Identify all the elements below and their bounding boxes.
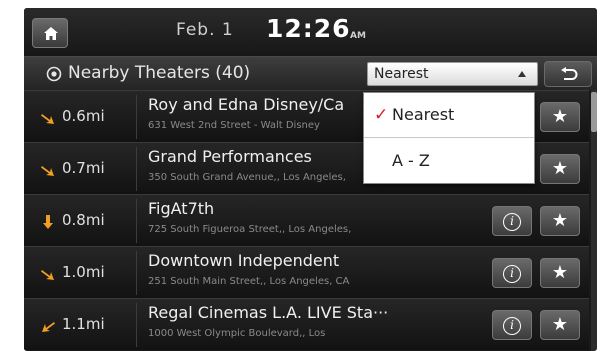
sort-option-label: A - Z [392,151,430,170]
star-icon: ★ [551,262,569,283]
status-bar: Feb. 1 12:26 AM [24,8,597,56]
direction-southeast-icon [41,270,54,280]
star-icon: ★ [551,314,569,335]
distance-label: 0.6mi [62,107,105,125]
list-item[interactable]: 0.8mi FigAt7th 725 South Figueroa Street… [24,194,589,246]
sort-dropdown[interactable]: Nearest [367,62,538,86]
theater-name: Downtown Independent [148,251,340,270]
divider [136,147,137,191]
info-button[interactable]: i [492,258,532,288]
distance-label: 1.1mi [62,315,105,333]
scrollbar[interactable] [591,90,597,351]
divider [136,95,137,139]
direction-southeast-icon [41,166,54,176]
distance-label: 0.8mi [62,211,105,229]
theater-name: FigAt7th [148,199,215,218]
star-icon: ★ [551,158,569,179]
back-button[interactable] [544,61,592,87]
distance-label: 1.0mi [62,263,105,281]
divider [136,199,137,243]
favorite-button[interactable]: ★ [540,154,580,184]
info-icon: i [503,213,521,231]
favorite-button[interactable]: ★ [540,206,580,236]
sort-selected-value: Nearest [374,66,429,82]
home-icon [44,27,58,40]
distance-label: 0.7mi [62,159,105,177]
info-button[interactable]: i [492,206,532,236]
theater-name: Regal Cinemas L.A. LIVE Sta··· [148,303,389,322]
direction-southeast-icon [41,114,54,124]
sort-option-nearest[interactable]: ✓ Nearest [364,93,534,138]
home-button[interactable] [32,18,68,48]
favorite-button[interactable]: ★ [540,102,580,132]
scrollbar-thumb[interactable] [591,92,597,132]
divider [136,303,137,347]
sort-option-a-z[interactable]: A - Z [364,139,534,184]
star-icon: ★ [551,106,569,127]
direction-southwest-icon [42,322,55,332]
divider [136,251,137,295]
favorite-button[interactable]: ★ [540,258,580,288]
list-item[interactable]: 1.1mi Regal Cinemas L.A. LIVE Sta··· 100… [24,298,589,350]
screen: Feb. 1 12:26 AM Nearby Theaters (40) Nea… [0,0,603,351]
caret-up-icon [518,71,526,77]
target-icon [46,66,62,82]
sort-options-menu: ✓ Nearest A - Z [363,92,535,184]
sort-option-label: Nearest [392,105,455,124]
clock-time: 12:26 [266,14,351,43]
theater-address: 251 South Main Street,, Los Angeles, CA [148,276,350,287]
theater-address: 725 South Figueroa Street,, Los Angeles, [148,224,352,235]
list-item[interactable]: 1.0mi Downtown Independent 251 South Mai… [24,246,589,298]
info-icon: i [503,265,521,283]
info-button[interactable]: i [492,310,532,340]
clock-ampm: AM [350,31,366,41]
page-title: Nearby Theaters (40) [68,63,251,83]
favorite-button[interactable]: ★ [540,310,580,340]
direction-south-icon [43,215,53,229]
back-icon [561,67,578,80]
theater-address: 1000 West Olympic Boulevard,, Los [148,328,326,339]
navigation-display: Feb. 1 12:26 AM Nearby Theaters (40) Nea… [24,8,597,351]
list-header: Nearby Theaters (40) Nearest [24,56,597,90]
checkmark-icon: ✓ [374,105,389,125]
star-icon: ★ [551,210,569,231]
date-display: Feb. 1 [176,20,234,40]
info-icon: i [503,317,521,335]
